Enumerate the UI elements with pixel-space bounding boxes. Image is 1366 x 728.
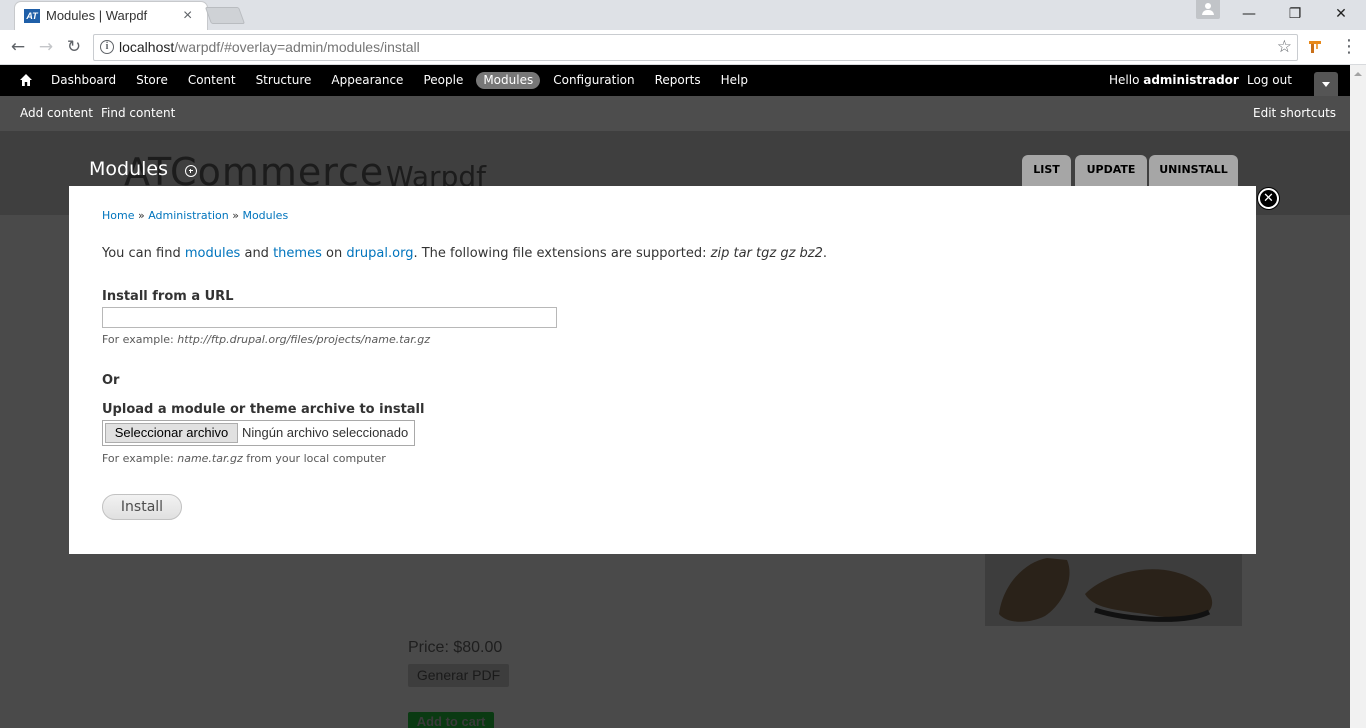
drupal-org-link[interactable]: drupal.org bbox=[346, 246, 413, 261]
admin-menu: Dashboard Store Content Structure Appear… bbox=[44, 72, 761, 89]
tab-list[interactable]: LIST bbox=[1022, 155, 1071, 186]
logout-link[interactable]: Log out bbox=[1247, 73, 1292, 87]
breadcrumb-home[interactable]: Home bbox=[102, 209, 134, 222]
profile-icon[interactable] bbox=[1196, 0, 1220, 19]
menu-item-help[interactable]: Help bbox=[714, 72, 755, 89]
file-status-text: Ningún archivo seleccionado bbox=[242, 425, 409, 440]
menu-item-store[interactable]: Store bbox=[129, 72, 175, 89]
menu-item-structure[interactable]: Structure bbox=[249, 72, 319, 89]
install-button[interactable]: Install bbox=[102, 494, 182, 520]
menu-item-people[interactable]: People bbox=[416, 72, 470, 89]
modules-link[interactable]: modules bbox=[185, 246, 241, 261]
menu-item-reports[interactable]: Reports bbox=[648, 72, 708, 89]
add-to-cart-button[interactable]: Add to cart bbox=[408, 712, 494, 728]
install-url-label: Install from a URL bbox=[102, 289, 234, 304]
menu-item-dashboard[interactable]: Dashboard bbox=[44, 72, 123, 89]
overlay-title: Modules bbox=[89, 158, 168, 180]
shortcut-add-content[interactable]: Add content bbox=[20, 106, 93, 120]
page-scrollbar[interactable] bbox=[1350, 65, 1366, 728]
install-modal bbox=[69, 186, 1256, 554]
username-link[interactable]: administrador bbox=[1143, 73, 1239, 87]
shortcuts-bar: Add content Find content Edit shortcuts bbox=[0, 96, 1350, 131]
home-icon[interactable] bbox=[19, 73, 33, 87]
menu-item-modules[interactable]: Modules bbox=[476, 72, 541, 89]
forward-arrow-icon[interactable]: → bbox=[35, 36, 57, 58]
restore-button[interactable]: ❐ bbox=[1272, 2, 1318, 26]
breadcrumb-administration[interactable]: Administration bbox=[148, 209, 229, 222]
shortcut-find-content[interactable]: Find content bbox=[101, 106, 175, 120]
upload-example-text: For example: name.tar.gz from your local… bbox=[102, 452, 386, 465]
menu-item-content[interactable]: Content bbox=[181, 72, 243, 89]
admin-toolbar: Dashboard Store Content Structure Appear… bbox=[0, 65, 1350, 96]
menu-item-appearance[interactable]: Appearance bbox=[324, 72, 410, 89]
generate-pdf-button[interactable]: Generar PDF bbox=[408, 664, 509, 687]
upload-label: Upload a module or theme archive to inst… bbox=[102, 402, 425, 417]
menu-item-configuration[interactable]: Configuration bbox=[546, 72, 641, 89]
tab-uninstall[interactable]: UNINSTALL bbox=[1149, 155, 1238, 186]
url-example-text: For example: http://ftp.drupal.org/files… bbox=[102, 333, 431, 346]
choose-file-button[interactable]: Seleccionar archivo bbox=[105, 423, 238, 443]
user-greeting: Hello administrador bbox=[1109, 73, 1239, 87]
product-price: Price: $80.00 bbox=[408, 639, 503, 656]
themes-link[interactable]: themes bbox=[273, 246, 322, 261]
browser-tab[interactable]: AT Modules | Warpdf × bbox=[14, 1, 208, 30]
address-bar[interactable]: i localhost/warpdf/#overlay=admin/module… bbox=[93, 34, 1298, 61]
site-favicon-icon: AT bbox=[24, 9, 40, 23]
new-tab-button[interactable] bbox=[204, 7, 246, 24]
tab-update[interactable]: UPDATE bbox=[1075, 155, 1147, 186]
install-url-input[interactable] bbox=[102, 307, 557, 328]
tab-close-icon[interactable]: × bbox=[183, 7, 192, 25]
bookmark-star-icon[interactable]: ☆ bbox=[1277, 37, 1292, 57]
file-upload-field[interactable]: Seleccionar archivo Ningún archivo selec… bbox=[102, 420, 415, 446]
edit-shortcuts-link[interactable]: Edit shortcuts bbox=[1253, 106, 1336, 120]
back-arrow-icon[interactable]: ← bbox=[7, 36, 29, 58]
reload-icon[interactable]: ↻ bbox=[63, 36, 85, 58]
browser-menu-icon[interactable]: ⋮ bbox=[1340, 37, 1358, 57]
browser-tab-strip: AT Modules | Warpdf × — ❐ ✕ bbox=[0, 0, 1366, 30]
tab-title: Modules | Warpdf bbox=[46, 8, 148, 23]
minimize-button[interactable]: — bbox=[1226, 2, 1272, 26]
supported-extensions: zip tar tgz gz bz2 bbox=[710, 246, 823, 261]
site-info-icon[interactable]: i bbox=[100, 40, 114, 54]
product-image bbox=[985, 554, 1242, 626]
extension-icon[interactable] bbox=[1307, 38, 1323, 54]
close-overlay-icon[interactable]: ✕ bbox=[1258, 188, 1279, 209]
breadcrumb: Home » Administration » Modules bbox=[102, 209, 289, 222]
intro-text: You can find modules and themes on drupa… bbox=[102, 246, 828, 261]
url-text[interactable]: localhost/warpdf/#overlay=admin/modules/… bbox=[119, 39, 420, 55]
breadcrumb-modules[interactable]: Modules bbox=[242, 209, 288, 222]
toolbar-drawer-toggle[interactable] bbox=[1314, 72, 1338, 96]
or-label: Or bbox=[102, 373, 120, 388]
close-window-button[interactable]: ✕ bbox=[1318, 2, 1364, 26]
browser-toolbar: ← → ↻ i localhost/warpdf/#overlay=admin/… bbox=[0, 30, 1366, 65]
add-shortcut-icon[interactable] bbox=[185, 165, 197, 177]
